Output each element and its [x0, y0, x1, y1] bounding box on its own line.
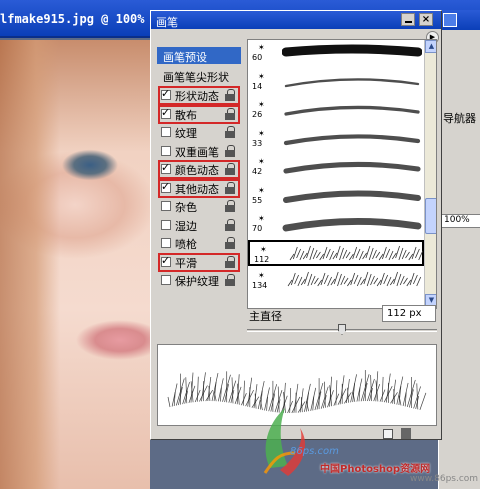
option-label: 喷枪 [175, 238, 197, 251]
option-checkbox[interactable] [161, 87, 171, 100]
navigator-close-icon[interactable] [443, 13, 457, 27]
navigator-tab[interactable]: 导航器 [443, 110, 476, 126]
brush-preset-item[interactable]: ✶ 33 [248, 126, 424, 152]
brush-preset-item[interactable]: ✶ 55 [248, 183, 424, 209]
brush-preset-item[interactable]: ✶ 26 [248, 97, 424, 123]
brush-option-item[interactable]: 其他动态 [158, 178, 240, 198]
option-checkbox[interactable] [161, 254, 171, 267]
brushes-palette: 画笔 × ▶ 画笔预设 画笔笔尖形状 形状动态散布纹理双重画笔颜色动态其他动态杂… [150, 10, 442, 440]
brush-option-item[interactable]: 湿边 [159, 217, 239, 234]
brush-size-label: 33 [252, 138, 263, 148]
brush-option-item[interactable]: 杂色 [159, 198, 239, 215]
watermark-url: www.86ps.com [410, 474, 479, 484]
brush-tip-icon: ✶ [260, 244, 267, 254]
brush-tip-icon: ✶ [258, 43, 265, 52]
diameter-slider-thumb[interactable] [338, 324, 346, 335]
brush-size-label: 60 [252, 53, 263, 62]
brush-tip-icon: ✶ [258, 100, 265, 109]
canvas-hair-region [0, 40, 60, 489]
option-checkbox[interactable] [161, 106, 171, 119]
lock-icon[interactable] [225, 218, 235, 231]
brush-tip-icon: ✶ [258, 128, 265, 138]
brush-tip-icon: ✶ [258, 71, 265, 81]
option-checkbox[interactable] [161, 180, 171, 193]
palette-title-bar[interactable]: 画笔 × [151, 11, 441, 29]
option-label: 平滑 [175, 256, 197, 270]
lock-icon[interactable] [225, 255, 235, 268]
brush-option-item[interactable]: 保护纹理 [159, 272, 239, 289]
option-checkbox[interactable] [161, 238, 171, 248]
brush-tip-icon: ✶ [258, 271, 265, 280]
brush-tip-icon: ✶ [258, 185, 265, 195]
lock-icon[interactable] [225, 181, 235, 194]
document-title: lfmake915.jpg @ 100% [0, 12, 145, 26]
brush-option-item[interactable]: 喷枪 [159, 235, 239, 252]
watermark-site: 86ps.com [290, 446, 339, 457]
option-checkbox[interactable] [161, 219, 171, 230]
brush-preset-item[interactable]: ✶ 112 [248, 239, 424, 266]
option-label: 杂色 [175, 201, 197, 214]
option-label: 颜色动态 [175, 164, 219, 177]
brush-option-item[interactable]: 散布 [158, 104, 240, 124]
option-label: 形状动态 [175, 90, 219, 103]
option-label: 纹理 [175, 127, 197, 140]
lock-icon[interactable] [225, 237, 235, 249]
brush-size-label: 26 [252, 110, 263, 119]
palette-title: 画笔 [156, 16, 178, 29]
scroll-thumb[interactable] [425, 198, 436, 234]
brush-option-item[interactable]: 形状动态 [158, 86, 240, 105]
watermark-logo [263, 408, 306, 476]
brush-option-item[interactable]: 颜色动态 [158, 160, 240, 179]
lock-icon[interactable] [225, 144, 235, 157]
brush-tip-shape-item[interactable]: 画笔笔尖形状 [163, 69, 229, 85]
option-checkbox[interactable] [161, 275, 171, 285]
brush-tip-icon: ✶ [258, 214, 265, 223]
lock-icon[interactable] [225, 274, 235, 286]
lock-icon[interactable] [225, 163, 235, 175]
brush-preset-item[interactable]: ✶ 14 [248, 69, 424, 95]
lock-icon[interactable] [225, 89, 235, 101]
navigator-title-bar[interactable] [439, 10, 480, 30]
brush-preset-item[interactable]: ✶ 70 [248, 211, 424, 237]
brush-option-item[interactable]: 纹理 [159, 124, 239, 141]
master-diameter-input[interactable]: 112 px [382, 305, 436, 322]
brush-list-scrollbar[interactable]: ▲ ▼ [424, 40, 436, 308]
brush-size-label: 70 [252, 224, 263, 233]
close-icon[interactable]: × [419, 13, 433, 26]
brush-option-item[interactable]: 平滑 [158, 252, 240, 272]
brush-size-label: 55 [252, 195, 263, 205]
minimize-icon[interactable] [401, 13, 415, 26]
brush-tip-icon: ✶ [258, 157, 265, 166]
option-checkbox[interactable] [161, 127, 171, 137]
option-label: 其他动态 [175, 182, 219, 196]
brush-size-label: 134 [252, 281, 268, 290]
option-checkbox[interactable] [161, 161, 171, 174]
option-label: 湿边 [175, 219, 197, 233]
navigator-zoom-field[interactable]: 100% [441, 214, 480, 228]
option-checkbox[interactable] [161, 201, 171, 211]
brush-size-label: 14 [252, 81, 263, 91]
brush-options-list: 画笔预设 画笔笔尖形状 形状动态散布纹理双重画笔颜色动态其他动态杂色湿边喷枪平滑… [157, 47, 241, 289]
lock-icon[interactable] [225, 126, 235, 138]
master-diameter-label: 主直径 [249, 310, 282, 323]
brush-presets-item[interactable]: 画笔预设 [157, 47, 241, 64]
watermark-name: 中国Photoshop资源网 [320, 464, 431, 475]
option-label: 保护纹理 [175, 275, 219, 288]
watermark: 86ps.com 中国Photoshop资源网 www.86ps.com [250, 398, 480, 489]
brush-preset-item[interactable]: ✶ 134 [248, 268, 424, 294]
brush-size-label: 42 [252, 167, 263, 176]
brush-option-item[interactable]: 双重画笔 [159, 143, 239, 160]
brush-preset-item[interactable]: ✶ 42 [248, 154, 424, 180]
brush-size-label: 112 [254, 254, 270, 264]
brush-preset-list: ✶ 60 ✶ 14 ✶ 26 ✶ 33 ✶ 42 ✶ 55 ✶ 70 ✶ 112 ✶ 134 ▲ ▼ [247, 39, 437, 309]
brush-preset-item[interactable]: ✶ 60 [248, 40, 424, 66]
scroll-up-icon[interactable]: ▲ [425, 40, 436, 53]
option-label: 双重画笔 [175, 145, 219, 159]
option-label: 散布 [175, 108, 197, 122]
lock-icon[interactable] [225, 200, 235, 212]
lock-icon[interactable] [225, 107, 235, 120]
option-checkbox[interactable] [161, 145, 171, 156]
